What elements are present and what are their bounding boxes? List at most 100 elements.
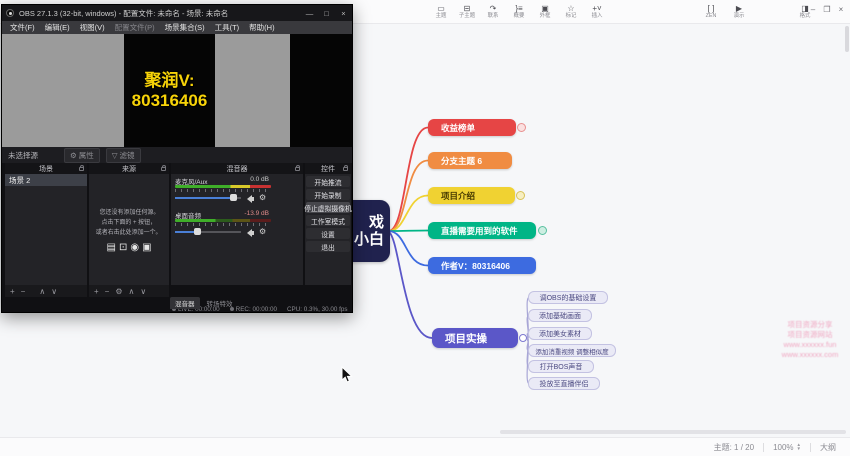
- remove-scene-icon[interactable]: −: [21, 287, 26, 296]
- obs-titlebar[interactable]: OBS 27.1.3 (32-bit, windows) - 配置文件: 未命名…: [2, 5, 352, 21]
- start-streaming-button[interactable]: 开始推流: [306, 176, 350, 187]
- toolbar-button-summary[interactable]: }≡ 概要: [506, 1, 532, 23]
- start-recording-button[interactable]: 开始录制: [306, 189, 350, 200]
- topic-node-author[interactable]: 作者V：80316406: [428, 257, 536, 274]
- maximize-button[interactable]: □: [318, 5, 335, 21]
- cpu-status: CPU: 0.3%, 30.00 fps: [287, 306, 348, 313]
- sources-list[interactable]: 您还没有添加任何源。 点击下面的 + 按钮， 或者右击此处添加一个。 ▤ ⊡ ◉…: [89, 174, 169, 285]
- move-down-icon[interactable]: ∨: [51, 287, 57, 296]
- close-button[interactable]: ×: [335, 5, 352, 21]
- subtopic-node[interactable]: 调OBS的基础设置: [528, 291, 608, 304]
- expand-circle-icon[interactable]: [519, 334, 527, 342]
- move-down-icon[interactable]: ∨: [140, 287, 146, 296]
- obs-preview-area[interactable]: 聚润V: 80316406: [2, 34, 352, 147]
- settings-button[interactable]: 设置: [306, 228, 350, 239]
- add-scene-icon[interactable]: +: [10, 287, 15, 296]
- vertical-scrollbar[interactable]: [845, 26, 849, 52]
- move-up-icon[interactable]: ∧: [129, 287, 135, 296]
- obs-scene-canvas[interactable]: 聚润V: 80316406: [124, 34, 215, 147]
- collapse-badge-icon[interactable]: [516, 191, 525, 200]
- horizontal-scrollbar[interactable]: [500, 430, 846, 434]
- filters-button[interactable]: ▽滤镜: [106, 148, 141, 163]
- topic-node-practice[interactable]: 项目实操: [432, 328, 518, 348]
- zoom-control[interactable]: 100% ▲▼: [773, 443, 801, 452]
- zoom-stepper-icon[interactable]: ▲▼: [797, 443, 801, 451]
- menu-file[interactable]: 文件(F): [5, 22, 40, 33]
- volume-slider[interactable]: [175, 228, 241, 236]
- outline-button[interactable]: 大纲: [820, 442, 836, 453]
- tab-transitions[interactable]: 转场特效: [202, 297, 238, 309]
- collapse-badge-icon[interactable]: [517, 123, 526, 132]
- toolbar-label: 子主题: [459, 13, 475, 19]
- move-up-icon[interactable]: ∧: [39, 287, 45, 296]
- toolbar-button-insert[interactable]: +˅ 插入: [584, 1, 610, 23]
- restore-button[interactable]: ❐: [820, 0, 834, 18]
- subtopic-node[interactable]: 投放至直播伴侣: [528, 377, 600, 390]
- menu-edit[interactable]: 编辑(E): [40, 22, 75, 33]
- menu-view[interactable]: 视图(V): [75, 22, 110, 33]
- central-topic-line1: 戏: [369, 214, 384, 231]
- branch-line-0: [389, 128, 428, 232]
- minimize-button[interactable]: —: [301, 5, 318, 21]
- lock-icon: [161, 167, 166, 171]
- sources-panel-header[interactable]: 来源: [89, 163, 169, 174]
- studio-mode-button[interactable]: 工作室模式: [306, 215, 350, 226]
- subtopic-node[interactable]: 添加消重视频 调整相似度: [528, 344, 616, 357]
- topic-node-branch6[interactable]: 分支主题 6: [428, 152, 512, 169]
- stop-virtual-camera-button[interactable]: 停止虚拟摄像机: [306, 202, 350, 213]
- menu-profile[interactable]: 配置文件(P): [110, 22, 160, 33]
- obs-logo-icon: [6, 9, 14, 17]
- toolbar-button-relationship[interactable]: ↷ 联系: [480, 1, 506, 23]
- meter-ticks: [175, 189, 271, 192]
- present-icon: ▶: [736, 4, 742, 13]
- properties-button[interactable]: ⚙属性: [64, 148, 100, 163]
- tab-mixer[interactable]: 混音器: [170, 297, 200, 309]
- subtopic-label: 添加消重视频 调整相似度: [535, 346, 608, 356]
- volume-slider[interactable]: [175, 194, 241, 202]
- toolbar-insert-group: ▭ 主题 ⊟ 子主题 ↷ 联系 }≡ 概要 ▣ 外框 ☆ 标记: [428, 1, 610, 23]
- obs-window-title: OBS 27.1.3 (32-bit, windows) - 配置文件: 未命名…: [19, 8, 301, 19]
- subtopic-icon: ⊟: [464, 4, 471, 13]
- mouse-cursor: [341, 366, 353, 384]
- subtopic-node[interactable]: 添加基础画面: [528, 309, 592, 322]
- topic-node-income[interactable]: 收益榜单: [428, 119, 516, 136]
- source-properties-icon[interactable]: ⚙: [115, 287, 122, 296]
- toolbar-button-zen[interactable]: [ ] ZEN: [696, 1, 726, 23]
- gear-icon[interactable]: ⚙: [259, 194, 266, 202]
- toolbar-label: 外框: [540, 13, 551, 19]
- scenes-panel-header[interactable]: 场景: [5, 163, 87, 174]
- toolbar-button-subtopic[interactable]: ⊟ 子主题: [454, 1, 480, 23]
- speaker-icon[interactable]: [247, 195, 252, 203]
- filters-label: 滤镜: [120, 150, 135, 161]
- topic-node-software[interactable]: 直播需要用到的软件: [428, 222, 536, 239]
- remove-source-icon[interactable]: −: [105, 287, 110, 296]
- menu-tools[interactable]: 工具(T): [210, 22, 245, 33]
- controls-panel-header[interactable]: 控件: [305, 163, 351, 174]
- subtopic-node[interactable]: 添加美女素材: [528, 327, 592, 340]
- exit-button[interactable]: 退出: [306, 241, 350, 252]
- toolbar-button-topic[interactable]: ▭ 主题: [428, 1, 454, 23]
- mixer-panel-header[interactable]: 混音器: [171, 163, 303, 174]
- toolbar-button-marker[interactable]: ☆ 标记: [558, 1, 584, 23]
- speaker-icon[interactable]: [247, 229, 252, 237]
- sources-empty-state: 您还没有添加任何源。 点击下面的 + 按钮， 或者右击此处添加一个。 ▤ ⊡ ◉…: [89, 174, 169, 285]
- controls-title: 控件: [321, 164, 335, 174]
- scene-list-item[interactable]: 场景 2: [5, 174, 87, 186]
- menu-help[interactable]: 帮助(H): [244, 22, 279, 33]
- toolbar-label: ZEN: [706, 13, 717, 19]
- subtopic-node[interactable]: 打开BOS声音: [528, 360, 594, 373]
- collapse-badge-icon[interactable]: [538, 226, 547, 235]
- topic-label: 项目介绍: [441, 190, 475, 202]
- app-statusbar: 主题: 1 / 20 100% ▲▼ 大纲: [0, 437, 850, 456]
- gear-icon[interactable]: ⚙: [259, 228, 266, 236]
- topic-node-intro[interactable]: 项目介绍: [428, 187, 515, 204]
- toolbar-button-boundary[interactable]: ▣ 外框: [532, 1, 558, 23]
- close-button[interactable]: ×: [834, 0, 848, 18]
- toolbar-button-present[interactable]: ▶ 演示: [726, 1, 752, 23]
- toolbar-mode-group: [ ] ZEN ▶ 演示: [696, 1, 752, 23]
- menu-scene-collection[interactable]: 场景集合(S): [160, 22, 210, 33]
- summary-icon: }≡: [515, 4, 522, 13]
- minimize-button[interactable]: –: [806, 0, 820, 18]
- add-source-icon[interactable]: +: [94, 287, 99, 296]
- scenes-list[interactable]: 场景 2: [5, 174, 87, 285]
